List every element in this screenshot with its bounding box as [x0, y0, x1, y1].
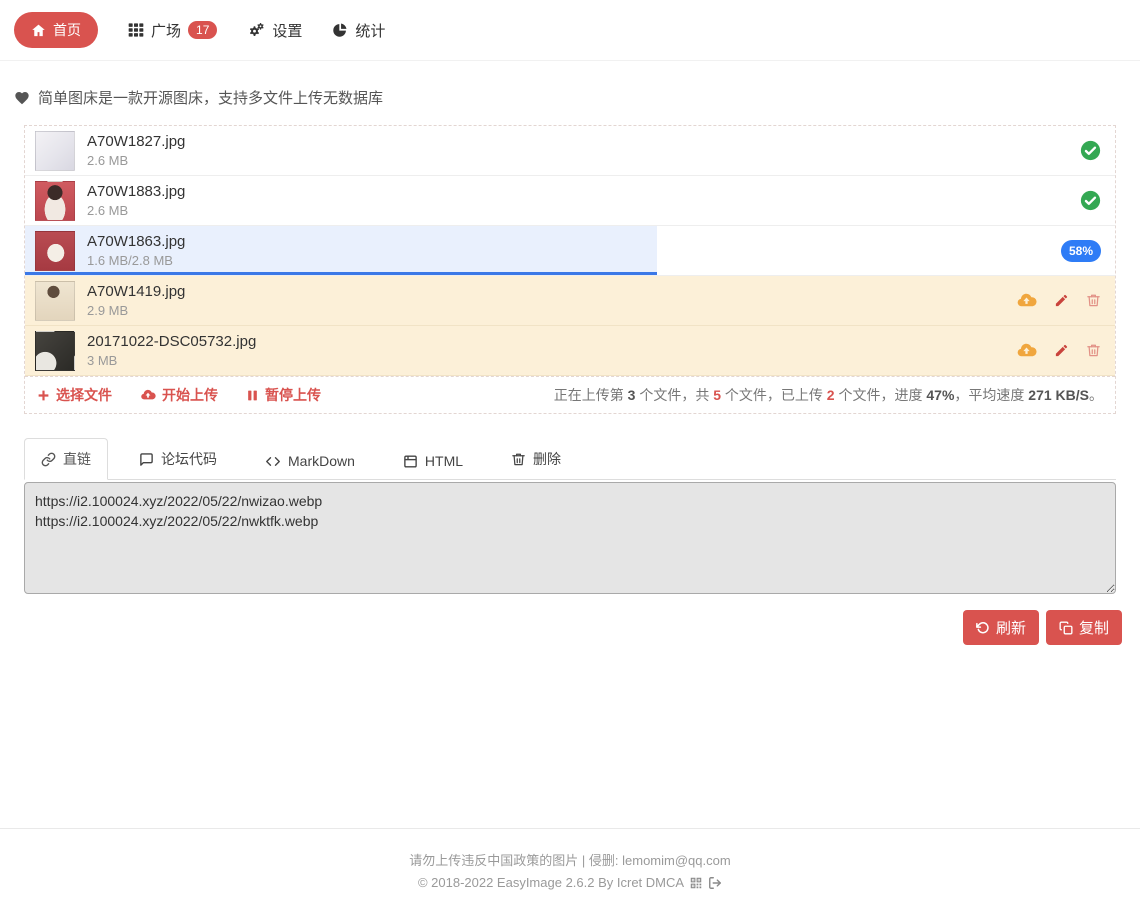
- start-upload-button[interactable]: 开始上传: [140, 385, 218, 405]
- sign-out-icon[interactable]: [708, 876, 722, 890]
- link-output-textarea[interactable]: https://i2.100024.xyz/2022/05/22/nwizao.…: [24, 482, 1116, 594]
- file-thumbnail: [35, 131, 75, 171]
- footer: 请勿上传违反中国政策的图片 | 侵删: lemomim@qq.com © 201…: [0, 828, 1140, 906]
- footer-copyright: © 2018-2022 EasyImage 2.6.2 By Icret DMC…: [418, 873, 684, 893]
- tab-direct-link[interactable]: 直链: [24, 438, 108, 480]
- delete-file-button[interactable]: [1086, 343, 1101, 358]
- page: 首页 广场 17: [0, 0, 1140, 906]
- html-window-icon: [403, 454, 418, 469]
- file-name: A70W1827.jpg: [87, 133, 1080, 152]
- pause-upload-button[interactable]: 暂停上传: [246, 385, 321, 405]
- tab-label: 直链: [63, 449, 91, 469]
- file-info: A70W1883.jpg 2.6 MB: [87, 183, 1080, 219]
- cloud-upload-icon: [140, 387, 156, 403]
- tab-markdown[interactable]: MarkDown: [248, 442, 372, 480]
- code-icon: [265, 454, 281, 469]
- status-total-files: 5: [713, 387, 721, 403]
- upload-file-button[interactable]: [1016, 290, 1037, 311]
- file-size: 2.6 MB: [87, 203, 1080, 218]
- select-files-label: 选择文件: [56, 385, 112, 405]
- copy-button[interactable]: 复制: [1046, 610, 1122, 645]
- nav-home-label: 首页: [53, 20, 81, 40]
- file-name: A70W1883.jpg: [87, 183, 1080, 202]
- upload-dropzone[interactable]: A70W1827.jpg 2.6 MB A70W1883.jpg 2.6 MB: [24, 125, 1116, 414]
- refresh-button[interactable]: 刷新: [963, 610, 1039, 645]
- house-icon: [31, 23, 46, 38]
- tab-label: HTML: [425, 453, 463, 469]
- upload-action-bar: 选择文件 开始上传 暂停上传 正在上传第 3 个文件，共 5 个文件，已上传 2…: [25, 376, 1115, 413]
- check-circle-icon: [1080, 190, 1101, 211]
- edit-file-button[interactable]: [1054, 293, 1069, 308]
- file-row-pending: 20171022-DSC05732.jpg 3 MB: [25, 326, 1115, 376]
- file-thumbnail: [35, 181, 75, 221]
- tagline-text: 简单图床是一款开源图床，支持多文件上传无数据库: [38, 87, 383, 108]
- navbar: 首页 广场 17: [0, 0, 1140, 61]
- file-thumbnail: [35, 331, 75, 371]
- tab-forum-code[interactable]: 论坛代码: [122, 438, 234, 480]
- status-done-files: 2: [827, 387, 835, 403]
- start-upload-label: 开始上传: [162, 385, 218, 405]
- output-buttons: 刷新 复制: [18, 610, 1122, 645]
- link-output-section: https://i2.100024.xyz/2022/05/22/nwizao.…: [24, 482, 1116, 599]
- nav-stats-label: 统计: [355, 20, 385, 41]
- file-size: 1.6 MB/2.8 MB: [87, 253, 1061, 268]
- nav-square-label: 广场: [151, 20, 181, 41]
- pie-chart-icon: [332, 22, 348, 38]
- file-thumbnail: [35, 231, 75, 271]
- file-name: 20171022-DSC05732.jpg: [87, 333, 1016, 352]
- file-row-uploading: A70W1863.jpg 1.6 MB/2.8 MB 58%: [25, 226, 1115, 276]
- file-thumbnail: [35, 281, 75, 321]
- grid-icon: [128, 22, 144, 38]
- status-progress: 47%: [926, 387, 954, 403]
- file-info: A70W1863.jpg 1.6 MB/2.8 MB: [87, 233, 1061, 269]
- file-info: A70W1827.jpg 2.6 MB: [87, 133, 1080, 169]
- nav-item-home[interactable]: 首页: [14, 12, 98, 48]
- copy-label: 复制: [1079, 617, 1109, 638]
- file-name: A70W1863.jpg: [87, 233, 1061, 252]
- heart-icon: [14, 90, 30, 106]
- file-row: A70W1883.jpg 2.6 MB: [25, 176, 1115, 226]
- square-count-badge: 17: [188, 21, 217, 39]
- progress-badge: 58%: [1061, 240, 1101, 262]
- link-icon: [41, 452, 56, 467]
- plus-icon: [37, 389, 50, 402]
- trash-icon: [511, 452, 526, 467]
- upload-file-button[interactable]: [1016, 340, 1037, 361]
- delete-file-button[interactable]: [1086, 293, 1101, 308]
- link-format-tabs: 直链 论坛代码 MarkDown HTML 删除: [24, 438, 1116, 480]
- tab-label: 论坛代码: [161, 449, 217, 469]
- nav-item-stats[interactable]: 统计: [332, 20, 385, 41]
- file-row: A70W1827.jpg 2.6 MB: [25, 126, 1115, 176]
- pause-icon: [246, 389, 259, 402]
- select-files-button[interactable]: 选择文件: [37, 385, 112, 405]
- refresh-label: 刷新: [996, 617, 1026, 638]
- refresh-icon: [976, 621, 990, 635]
- gears-icon: [247, 21, 265, 39]
- tab-html[interactable]: HTML: [386, 442, 480, 480]
- file-row-pending: A70W1419.jpg 2.9 MB: [25, 276, 1115, 326]
- file-size: 2.9 MB: [87, 303, 1016, 318]
- tab-delete[interactable]: 删除: [494, 438, 578, 480]
- upload-status-text: 正在上传第 3 个文件，共 5 个文件，已上传 2 个文件，进度 47%，平均速…: [554, 385, 1103, 405]
- check-circle-icon: [1080, 140, 1101, 161]
- footer-policy-line: 请勿上传违反中国政策的图片 | 侵删: lemomim@qq.com: [0, 851, 1140, 871]
- qr-code-icon[interactable]: [689, 876, 703, 890]
- file-size: 3 MB: [87, 353, 1016, 368]
- pause-upload-label: 暂停上传: [265, 385, 321, 405]
- file-info: 20171022-DSC05732.jpg 3 MB: [87, 333, 1016, 369]
- nav-item-settings[interactable]: 设置: [247, 20, 302, 41]
- nav-settings-label: 设置: [272, 20, 302, 41]
- file-name: A70W1419.jpg: [87, 283, 1016, 302]
- tab-label: MarkDown: [288, 453, 355, 469]
- file-info: A70W1419.jpg 2.9 MB: [87, 283, 1016, 319]
- tab-label: 删除: [533, 449, 561, 469]
- tagline: 简单图床是一款开源图床，支持多文件上传无数据库: [14, 87, 1126, 108]
- edit-file-button[interactable]: [1054, 343, 1069, 358]
- status-speed: 271 KB/S: [1028, 387, 1089, 403]
- file-size: 2.6 MB: [87, 153, 1080, 168]
- copy-icon: [1059, 621, 1073, 635]
- nav-item-square[interactable]: 广场 17: [128, 20, 217, 41]
- comment-icon: [139, 452, 154, 467]
